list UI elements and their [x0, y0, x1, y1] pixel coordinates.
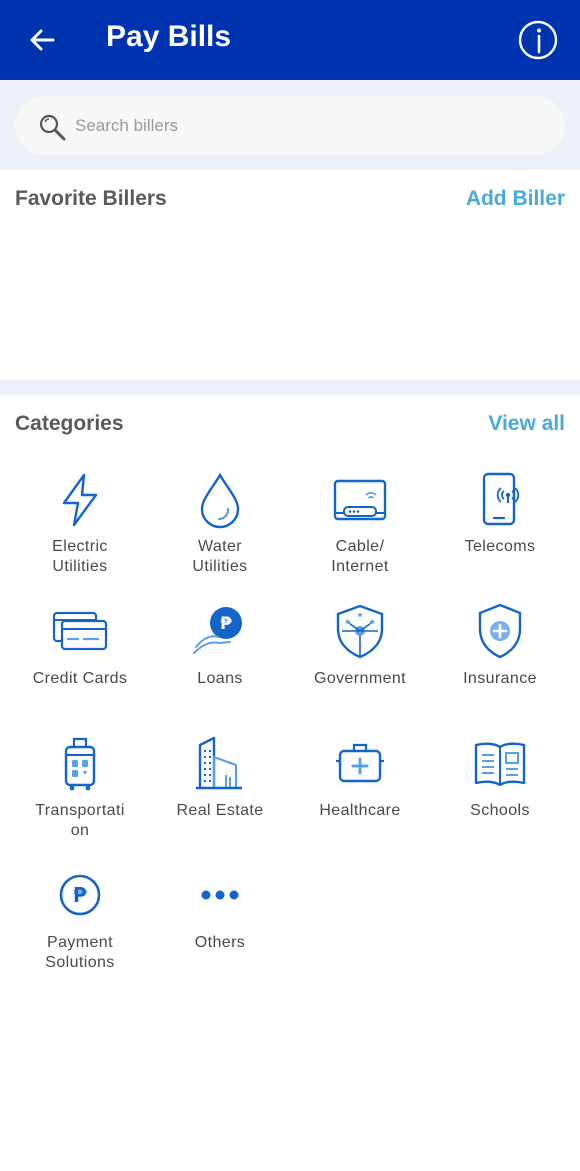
luggage-icon: [64, 737, 96, 791]
government-shield-icon: [336, 604, 384, 659]
category-healthcare[interactable]: Healthcare: [290, 733, 430, 821]
search-input[interactable]: [75, 96, 545, 155]
info-icon: [518, 20, 558, 60]
category-credit-cards[interactable]: Credit Cards: [10, 601, 150, 689]
svg-text:₱: ₱: [220, 614, 232, 634]
search-icon: [39, 114, 66, 141]
category-label: Payment Solutions: [45, 934, 115, 971]
category-cable-internet[interactable]: Cable/ Internet: [290, 469, 430, 577]
peso-coin-icon: ₱: [59, 874, 101, 916]
category-label: Credit Cards: [32, 670, 128, 687]
category-others[interactable]: Others: [150, 865, 290, 953]
search-bar[interactable]: [15, 96, 565, 155]
category-loans[interactable]: ₱ Loans: [150, 601, 290, 689]
insurance-shield-icon: [478, 603, 522, 659]
category-label: Real Estate: [176, 802, 264, 819]
category-label: Government: [313, 670, 407, 687]
back-button[interactable]: [24, 22, 60, 58]
category-label: Water Utilities: [192, 538, 248, 575]
mobile-phone-icon: [482, 472, 520, 526]
category-label: Insurance: [463, 670, 537, 687]
search-section: [0, 80, 580, 170]
credit-card-icon: [52, 611, 108, 651]
medical-kit-icon: [336, 743, 384, 783]
arrow-left-icon: [30, 29, 55, 51]
category-payment-solutions[interactable]: ₱ Payment Solutions: [10, 865, 150, 973]
router-icon: [333, 479, 387, 521]
page-title: Pay Bills: [106, 20, 232, 53]
book-icon: [474, 742, 526, 787]
view-all-link[interactable]: View all: [488, 412, 565, 436]
section-divider: [0, 380, 580, 395]
loan-icon: ₱: [193, 607, 242, 654]
category-electric-utilities[interactable]: Electric Utilities: [10, 469, 150, 577]
category-insurance[interactable]: Insurance: [430, 601, 570, 689]
category-real-estate[interactable]: Real Estate: [150, 733, 290, 821]
building-icon: [196, 736, 242, 790]
category-label: Cable/ Internet: [331, 538, 389, 575]
water-drop-icon: [200, 472, 240, 529]
category-label: Others: [194, 934, 246, 951]
category-label: Schools: [470, 802, 530, 819]
more-dots-icon: [201, 890, 239, 900]
category-label: Healthcare: [319, 802, 401, 819]
category-label: Telecoms: [464, 538, 536, 555]
category-water-utilities[interactable]: Water Utilities: [150, 469, 290, 577]
category-label: Loans: [197, 670, 243, 687]
lightning-icon: [62, 473, 98, 527]
svg-text:₱: ₱: [73, 883, 87, 907]
app-bar: Pay Bills: [0, 0, 580, 80]
category-telecoms[interactable]: Telecoms: [430, 469, 570, 557]
category-government[interactable]: Government: [290, 601, 430, 689]
category-label: Transportati on: [35, 802, 125, 839]
categories-title: Categories: [15, 412, 124, 435]
category-transportation[interactable]: Transportati on: [10, 733, 150, 841]
add-biller-link[interactable]: Add Biller: [466, 187, 565, 211]
category-label: Electric Utilities: [52, 538, 108, 575]
category-schools[interactable]: Schools: [430, 733, 570, 821]
info-button[interactable]: [517, 19, 559, 61]
favorite-billers-title: Favorite Billers: [15, 187, 167, 210]
